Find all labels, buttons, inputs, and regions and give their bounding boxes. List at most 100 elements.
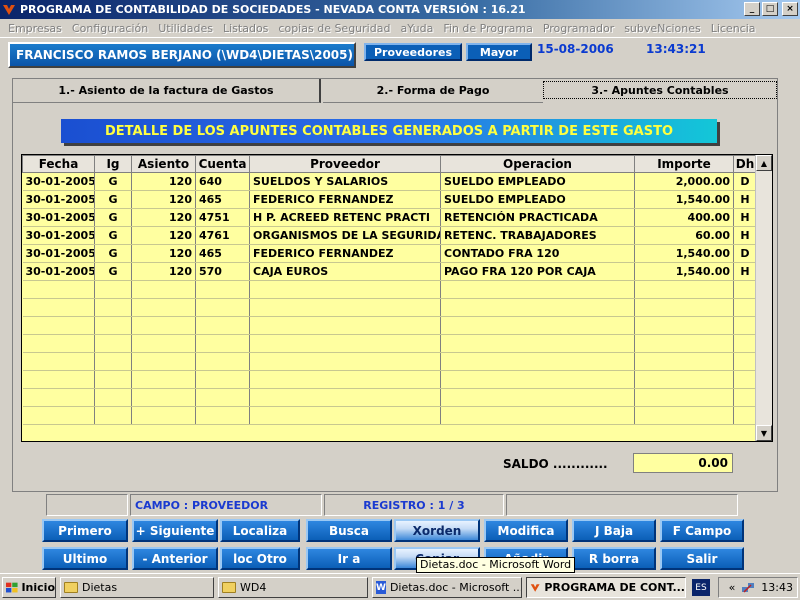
table-row[interactable]: 30-01-2005 G 120 465 FEDERICO FERNANDEZ SUELD… [22,190,757,209]
col-ig[interactable]: Ig [94,155,132,173]
cell-cuenta[interactable]: 4751 [195,208,250,227]
menu-copias-seguridad[interactable]: copias de Seguridad [273,22,395,35]
cell-importe[interactable]: 400.00 [634,208,734,227]
cell-proveedor[interactable] [249,316,441,335]
task-word-document[interactable]: W Dietas.doc - Microsoft ... [372,577,522,598]
cell-dh[interactable]: H [733,190,757,209]
cell-ig[interactable] [94,316,132,335]
salir-button[interactable]: Salir [660,547,744,570]
cell-dh[interactable] [733,370,757,389]
col-proveedor[interactable]: Proveedor [249,155,441,173]
network-icon[interactable] [741,581,755,595]
anterior-button[interactable]: - Anterior [132,547,218,570]
menu-licencia[interactable]: Licencia [706,22,761,35]
cell-operacion[interactable] [440,388,635,407]
f-campo-button[interactable]: F Campo [660,519,744,542]
cell-fecha[interactable] [22,334,95,353]
cell-asiento[interactable] [131,280,196,299]
cell-importe[interactable]: 1,540.00 [634,244,734,263]
start-button[interactable]: Inicio [2,577,56,598]
tab-apuntes-contables[interactable]: 3.- Apuntes Contables [543,81,777,99]
empty-table-row[interactable] [22,370,757,389]
cell-asiento[interactable]: 120 [131,244,196,263]
cell-ig[interactable] [94,388,132,407]
cell-importe[interactable] [634,298,734,317]
cell-asiento[interactable] [131,298,196,317]
cell-ig[interactable]: G [94,244,132,263]
menu-listados[interactable]: Listados [218,22,273,35]
menu-configuracion[interactable]: Configuración [67,22,153,35]
task-nevada-conta[interactable]: PROGRAMA DE CONT... [526,577,686,598]
modifica-button[interactable]: Modifica [484,519,568,542]
cell-proveedor[interactable] [249,352,441,371]
table-row[interactable]: 30-01-2005 G 120 570 CAJA EUROS PAGO FRA 120 … [22,262,757,281]
xorden-button[interactable]: Xorden [394,519,480,542]
empty-table-row[interactable] [22,388,757,407]
empty-table-row[interactable] [22,316,757,335]
task-wd4-folder[interactable]: WD4 [218,577,368,598]
borra-button[interactable]: R borra [572,547,656,570]
cell-cuenta[interactable]: 640 [195,172,250,191]
cell-dh[interactable] [733,298,757,317]
cell-operacion[interactable] [440,316,635,335]
cell-ig[interactable] [94,352,132,371]
cell-cuenta[interactable] [195,388,250,407]
cell-proveedor[interactable]: CAJA EUROS [249,262,441,281]
empty-table-row[interactable] [22,334,757,353]
col-operacion[interactable]: Operacion [440,155,635,173]
cell-operacion[interactable]: RETENCIÓN PRACTICADA [440,208,635,227]
cell-proveedor[interactable]: SUELDOS Y SALARIOS [249,172,441,191]
col-asiento[interactable]: Asiento [131,155,196,173]
tab-forma-pago[interactable]: 2.- Forma de Pago [323,79,543,103]
menu-ayuda[interactable]: aYuda [395,22,438,35]
cell-dh[interactable]: H [733,226,757,245]
cell-dh[interactable] [733,388,757,407]
cell-operacion[interactable] [440,352,635,371]
cell-cuenta[interactable]: 570 [195,262,250,281]
cell-asiento[interactable]: 120 [131,190,196,209]
cell-dh[interactable] [733,406,757,425]
cell-operacion[interactable] [440,334,635,353]
task-dietas-folder[interactable]: Dietas [60,577,214,598]
cell-fecha[interactable] [22,388,95,407]
table-row[interactable]: 30-01-2005 G 120 4751 H P. ACREED RETENC PRA… [22,208,757,227]
cell-fecha[interactable]: 30-01-2005 [22,190,95,209]
cell-dh[interactable]: H [733,208,757,227]
cell-asiento[interactable] [131,316,196,335]
cell-cuenta[interactable] [195,334,250,353]
cell-importe[interactable]: 1,540.00 [634,262,734,281]
cell-operacion[interactable]: RETENC. TRABAJADORES [440,226,635,245]
cell-dh[interactable] [733,352,757,371]
cell-asiento[interactable] [131,388,196,407]
col-fecha[interactable]: Fecha [22,155,95,173]
cell-ig[interactable] [94,280,132,299]
minimize-button[interactable]: _ [744,2,760,16]
cell-importe[interactable] [634,352,734,371]
cell-importe[interactable] [634,316,734,335]
cell-fecha[interactable]: 30-01-2005 [22,262,95,281]
mayor-button[interactable]: Mayor [466,43,532,61]
localiza-button[interactable]: Localiza [220,519,300,542]
cell-dh[interactable] [733,334,757,353]
cell-cuenta[interactable] [195,280,250,299]
cell-importe[interactable]: 1,540.00 [634,190,734,209]
cell-cuenta[interactable] [195,316,250,335]
menu-utilidades[interactable]: Utilidades [153,22,218,35]
cell-fecha[interactable] [22,298,95,317]
cell-ig[interactable] [94,370,132,389]
cell-asiento[interactable] [131,370,196,389]
cell-asiento[interactable] [131,334,196,353]
grid-scrollbar[interactable]: ▲ ▼ [755,155,772,441]
cell-proveedor[interactable] [249,280,441,299]
tab-asiento-factura[interactable]: 1.- Asiento de la factura de Gastos [13,79,321,103]
entries-grid[interactable]: Fecha Ig Asiento Cuenta Proveedor Operac… [21,154,773,442]
cell-fecha[interactable] [22,280,95,299]
cell-proveedor[interactable] [249,406,441,425]
cell-asiento[interactable]: 120 [131,208,196,227]
cell-proveedor[interactable]: FEDERICO FERNANDEZ [249,244,441,263]
cell-ig[interactable]: G [94,190,132,209]
cell-asiento[interactable] [131,352,196,371]
empty-table-row[interactable] [22,280,757,299]
empty-table-row[interactable] [22,352,757,371]
cell-fecha[interactable]: 30-01-2005 [22,244,95,263]
